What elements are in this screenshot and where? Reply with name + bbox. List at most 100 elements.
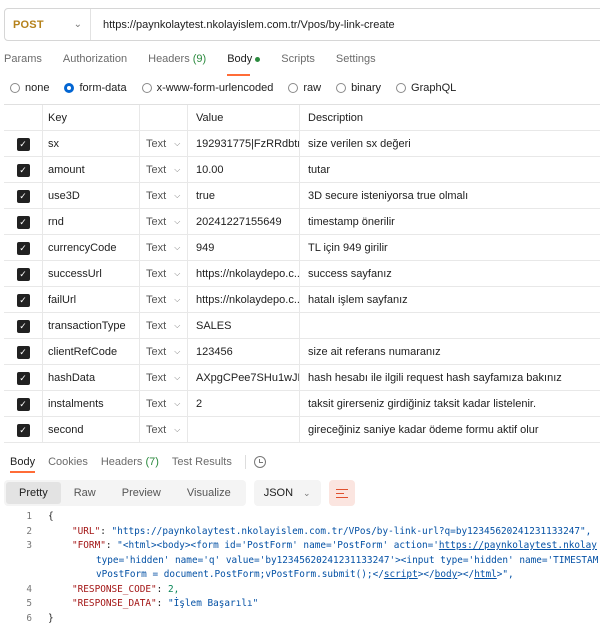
row-type-select[interactable]: Text ⌵: [139, 365, 187, 391]
row-value[interactable]: true: [187, 183, 299, 209]
row-checkbox[interactable]: ✓: [4, 339, 42, 365]
radio-binary[interactable]: binary: [336, 82, 381, 94]
row-type-select[interactable]: Text ⌵: [139, 261, 187, 287]
tab-settings[interactable]: Settings: [336, 50, 376, 72]
row-checkbox[interactable]: ✓: [4, 131, 42, 157]
row-value[interactable]: 20241227155649: [187, 209, 299, 235]
code-line-wrap: vPostForm = document.PostForm;vPostForm.…: [4, 568, 600, 583]
row-type-select[interactable]: Text ⌵: [139, 391, 187, 417]
row-key[interactable]: transactionType: [42, 313, 139, 339]
wrap-lines-button[interactable]: [328, 480, 355, 506]
row-description[interactable]: hatalı işlem sayfanız: [299, 287, 600, 313]
row-value[interactable]: https://nkolaydepo.c...: [187, 261, 299, 287]
row-description[interactable]: size ait referans numaranız: [299, 339, 600, 365]
radio-urlencoded[interactable]: x-www-form-urlencoded: [141, 82, 273, 94]
row-checkbox[interactable]: ✓: [4, 157, 42, 183]
tab-body-label: Body: [227, 53, 253, 65]
row-key[interactable]: hashData: [42, 365, 139, 391]
row-checkbox[interactable]: ✓: [4, 313, 42, 339]
radio-raw[interactable]: raw: [288, 82, 321, 94]
tab-authorization[interactable]: Authorization: [63, 50, 127, 72]
row-checkbox[interactable]: ✓: [4, 209, 42, 235]
row-key[interactable]: sx: [42, 131, 139, 157]
table-row: ✓ currencyCode Text ⌵ 949 TL için 949 girilir: [4, 235, 600, 261]
row-description[interactable]: taksit girerseniz girdiğiniz taksit kada…: [299, 391, 600, 417]
radio-graphql[interactable]: GraphQL: [396, 82, 456, 94]
row-checkbox[interactable]: ✓: [4, 365, 42, 391]
row-type-select[interactable]: Text ⌵: [139, 235, 187, 261]
row-description[interactable]: hash hesabı ile ilgili request hash sayf…: [299, 365, 600, 391]
row-description[interactable]: tutar: [299, 157, 600, 183]
chevron-down-icon: ⌄: [303, 487, 311, 498]
row-key[interactable]: clientRefCode: [42, 339, 139, 365]
row-type-select[interactable]: Text ⌵: [139, 287, 187, 313]
row-checkbox[interactable]: ✓: [4, 183, 42, 209]
row-key[interactable]: amount: [42, 157, 139, 183]
row-type-select[interactable]: Text ⌵: [139, 157, 187, 183]
row-key[interactable]: second: [42, 417, 139, 443]
radio-none[interactable]: none: [10, 82, 49, 94]
row-type-select[interactable]: Text ⌵: [139, 183, 187, 209]
row-value[interactable]: 2: [187, 391, 299, 417]
row-checkbox[interactable]: ✓: [4, 391, 42, 417]
row-key[interactable]: rnd: [42, 209, 139, 235]
row-key[interactable]: failUrl: [42, 287, 139, 313]
row-description[interactable]: size verilen sx değeri: [299, 131, 600, 157]
row-value[interactable]: 10.00: [187, 157, 299, 183]
row-type-select[interactable]: Text ⌵: [139, 209, 187, 235]
resp-tab-body[interactable]: Body: [10, 456, 36, 473]
row-type-select[interactable]: Text ⌵: [139, 339, 187, 365]
json-link: html: [474, 569, 497, 580]
row-description[interactable]: gireceğiniz saniye kadar ödeme formu akt…: [299, 417, 600, 443]
resp-tab-headers-count: (7): [145, 456, 159, 468]
method-select[interactable]: POST ⌄: [5, 9, 91, 40]
view-raw[interactable]: Raw: [61, 482, 109, 504]
resp-tab-cookies[interactable]: Cookies: [48, 456, 88, 468]
radio-binary-circle: [336, 83, 347, 93]
row-value[interactable]: 949: [187, 235, 299, 261]
tab-scripts[interactable]: Scripts: [281, 50, 315, 72]
resp-tab-headers[interactable]: Headers (7): [101, 456, 159, 468]
row-value[interactable]: [187, 417, 299, 443]
row-value[interactable]: https://nkolaydepo.c...: [187, 287, 299, 313]
format-select[interactable]: JSON ⌄: [253, 480, 321, 506]
row-checkbox[interactable]: ✓: [4, 417, 42, 443]
row-description[interactable]: [299, 313, 600, 339]
chevron-down-icon: ⌵: [174, 425, 181, 434]
response-body-code[interactable]: 1 { 2 "URL": "https://paynkolaytest.nkol…: [4, 510, 600, 626]
json-link[interactable]: https://paynkolaytest.nkolay: [439, 539, 597, 554]
row-type-select[interactable]: Text ⌵: [139, 313, 187, 339]
resp-tab-test-results[interactable]: Test Results: [172, 456, 232, 468]
row-type-select[interactable]: Text ⌵: [139, 131, 187, 157]
json-number: 2,: [167, 583, 180, 595]
row-description[interactable]: TL için 949 girilir: [299, 235, 600, 261]
radio-form-data[interactable]: form-data: [64, 82, 127, 94]
row-type-select[interactable]: Text ⌵: [139, 417, 187, 443]
code-line-wrap: type='hidden' name='q' value='by12345620…: [4, 554, 600, 569]
row-key[interactable]: currencyCode: [42, 235, 139, 261]
row-value[interactable]: 192931775|FzRRdbtr...: [187, 131, 299, 157]
row-checkbox[interactable]: ✓: [4, 261, 42, 287]
tab-headers-label: Headers: [148, 53, 190, 65]
row-key[interactable]: instalments: [42, 391, 139, 417]
history-icon[interactable]: [253, 456, 266, 468]
url-input[interactable]: https://paynkolaytest.nkolayislem.com.tr…: [91, 19, 395, 31]
row-checkbox[interactable]: ✓: [4, 235, 42, 261]
row-key[interactable]: successUrl: [42, 261, 139, 287]
view-preview[interactable]: Preview: [109, 482, 174, 504]
row-value[interactable]: AXpgCPee7SHu1wJK...: [187, 365, 299, 391]
tab-body[interactable]: Body: [227, 50, 261, 76]
tab-params[interactable]: Params: [4, 50, 42, 72]
row-value[interactable]: SALES: [187, 313, 299, 339]
view-pretty[interactable]: Pretty: [6, 482, 61, 504]
tab-headers[interactable]: Headers (9): [148, 50, 206, 72]
method-label: POST: [13, 18, 44, 31]
row-description[interactable]: timestamp önerilir: [299, 209, 600, 235]
row-value[interactable]: 123456: [187, 339, 299, 365]
row-description[interactable]: success sayfanız: [299, 261, 600, 287]
row-key[interactable]: use3D: [42, 183, 139, 209]
row-description[interactable]: 3D secure isteniyorsa true olmalı: [299, 183, 600, 209]
row-checkbox[interactable]: ✓: [4, 287, 42, 313]
view-visualize[interactable]: Visualize: [174, 482, 244, 504]
checkbox-checked-icon: ✓: [16, 423, 30, 437]
